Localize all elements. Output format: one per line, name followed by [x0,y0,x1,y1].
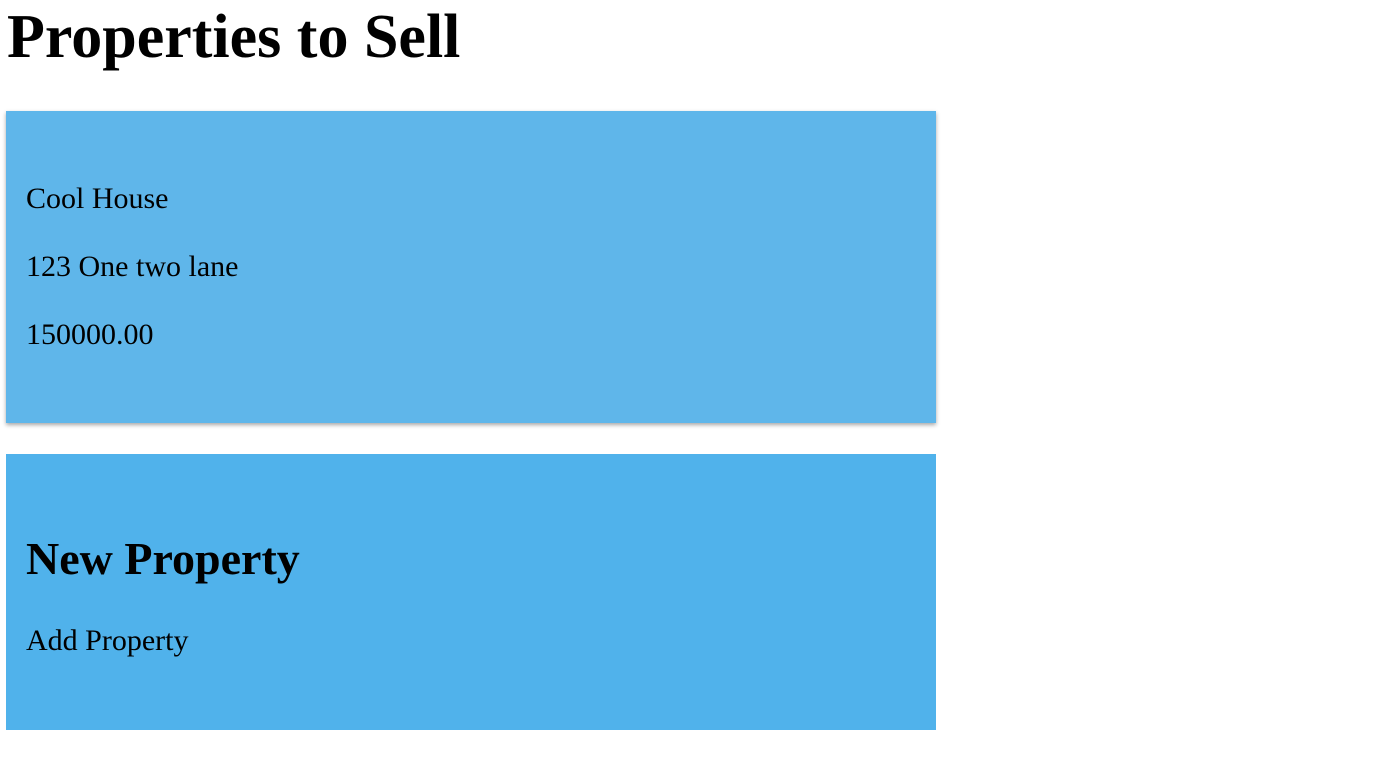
page-title: Properties to Sell [7,3,461,71]
page-root: Properties to Sell Cool House 123 One tw… [0,0,1379,773]
property-card[interactable]: Cool House 123 One two lane 150000.00 [6,111,936,423]
add-property-button[interactable]: Add Property [26,624,188,658]
property-price: 150000.00 [26,318,154,351]
property-name: Cool House [26,182,169,215]
new-property-heading: New Property [26,533,300,584]
new-property-card: New Property Add Property [6,454,936,730]
property-address: 123 One two lane [26,250,239,283]
